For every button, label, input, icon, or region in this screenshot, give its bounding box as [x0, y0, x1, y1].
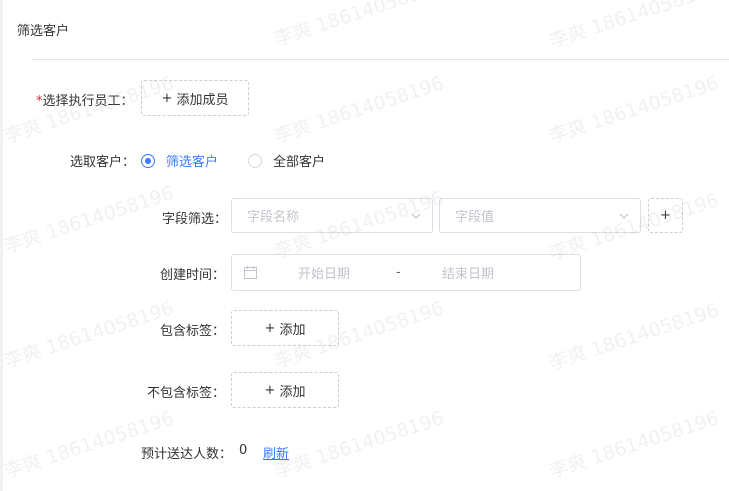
created-time-label: 创建时间：: [160, 268, 226, 283]
watermark: 李爽 18614058196: [546, 0, 722, 53]
estimate-label: 预计送达人数：: [141, 447, 233, 462]
plus-icon: +: [264, 320, 276, 336]
end-date-placeholder[interactable]: 结束日期: [442, 263, 494, 282]
radio-filter-customers-label: 筛选客户: [166, 155, 219, 170]
add-member-button[interactable]: + 添加成员: [141, 80, 249, 116]
date-separator: -: [396, 265, 401, 280]
chevron-down-icon: [619, 213, 629, 219]
add-include-tag-label: 添加: [279, 322, 306, 338]
watermark: 李爽 18614058196: [1, 297, 177, 373]
radio-all-customers-label: 全部客户: [273, 155, 326, 170]
radio-filter-customers[interactable]: 筛选客户: [141, 151, 218, 170]
estimate-count: 0: [239, 443, 248, 458]
watermark: 李爽 18614058196: [271, 407, 447, 483]
calendar-icon: [244, 266, 257, 279]
include-tags-label: 包含标签：: [160, 324, 226, 339]
watermark: 李爽 18614058196: [546, 299, 722, 375]
watermark: 李爽 18614058196: [1, 182, 177, 258]
watermark: 李爽 18614058196: [271, 72, 447, 148]
exclude-tags-label: 不包含标签：: [147, 386, 226, 401]
watermark: 李爽 18614058196: [271, 0, 447, 51]
watermark: 李爽 18614058196: [546, 407, 722, 483]
chevron-down-icon: [411, 213, 421, 219]
refresh-link[interactable]: 刷新: [263, 443, 289, 462]
field-value-select[interactable]: 字段值: [439, 198, 641, 233]
plus-icon: +: [161, 90, 173, 106]
radio-all-customers[interactable]: 全部客户: [248, 151, 325, 170]
add-exclude-tag-label: 添加: [279, 384, 306, 400]
created-time-range-picker[interactable]: 开始日期 - 结束日期: [231, 254, 581, 291]
radio-checked-icon: [141, 153, 155, 168]
header-divider: [31, 59, 729, 60]
customer-scope-label: 选取客户：: [70, 155, 136, 170]
radio-unchecked-icon: [248, 153, 263, 168]
staff-label-text: 选择执行员工：: [42, 94, 134, 109]
add-member-label: 添加成员: [176, 92, 229, 108]
watermark: 李爽 18614058196: [546, 72, 722, 148]
field-name-placeholder: 字段名称: [247, 210, 300, 225]
left-edge-strip: [0, 0, 3, 491]
add-exclude-tag-button[interactable]: + 添加: [231, 372, 339, 408]
field-value-placeholder: 字段值: [455, 210, 495, 225]
plus-icon: +: [264, 382, 276, 398]
start-date-placeholder[interactable]: 开始日期: [298, 263, 350, 282]
customer-scope-radio-group: 筛选客户 全部客户: [141, 151, 355, 170]
page: 筛选客户 *选择执行员工： + 添加成员 选取客户： 筛选客户 全部客户 字段筛…: [0, 0, 729, 491]
add-include-tag-button[interactable]: + 添加: [231, 310, 339, 346]
page-title: 筛选客户: [17, 24, 70, 39]
plus-icon: +: [660, 208, 671, 223]
add-field-filter-button[interactable]: +: [648, 198, 683, 233]
field-filter-label: 字段筛选：: [162, 212, 228, 227]
staff-label: *选择执行员工：: [36, 90, 134, 109]
field-name-select[interactable]: 字段名称: [231, 198, 433, 233]
